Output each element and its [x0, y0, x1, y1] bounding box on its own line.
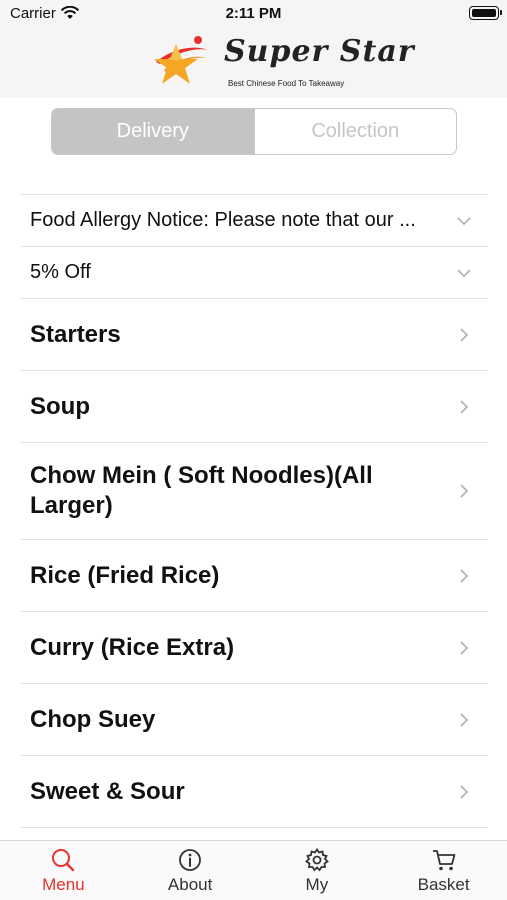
status-bar: Carrier 2:11 PM — [0, 0, 507, 28]
tab-label: My — [305, 875, 329, 894]
cart-icon — [432, 850, 456, 871]
tab-label: Menu — [42, 875, 85, 894]
brand-tagline: Best Chinese Food To Takeaway — [228, 79, 345, 88]
tab-about[interactable]: About — [127, 841, 254, 900]
chevron-right-icon — [460, 640, 469, 655]
category-row-rice[interactable]: Rice (Fried Rice) — [20, 540, 488, 612]
order-mode-toggle: Delivery Collection — [51, 108, 457, 155]
tab-label: Basket — [417, 875, 470, 894]
list-item-label: Rice (Fried Rice) — [30, 561, 220, 589]
chevron-right-icon — [460, 784, 469, 799]
delivery-option[interactable]: Delivery — [52, 109, 254, 154]
collection-option[interactable]: Collection — [253, 109, 457, 154]
star-logo-icon — [154, 36, 208, 84]
tab-label: About — [167, 875, 213, 894]
category-row-chow-mein[interactable]: Chow Mein ( Soft Noodles)(All Larger) — [20, 443, 488, 540]
chevron-down-icon — [457, 268, 471, 277]
category-row-soup[interactable]: Soup — [20, 371, 488, 443]
brand-name: Super Star — [224, 34, 415, 69]
discount-notice-row[interactable]: 5% Off — [20, 247, 488, 299]
info-icon — [179, 849, 202, 871]
search-icon — [52, 849, 75, 872]
list-item-label: Chop Suey — [30, 705, 156, 733]
gear-icon — [304, 847, 329, 872]
chevron-right-icon — [460, 327, 469, 342]
list-item-label: Chow Mein ( Soft Noodles)(All Larger) — [30, 462, 373, 519]
tab-bar: Menu About My Basket — [0, 840, 507, 900]
category-row-starters[interactable]: Starters — [20, 299, 488, 371]
list-item-label: Soup — [30, 392, 90, 420]
category-row-curry[interactable]: Curry (Rice Extra) — [20, 612, 488, 684]
list-item-label: Food Allergy Notice: Please note that ou… — [30, 209, 416, 231]
list-item-label: Sweet & Sour — [30, 777, 185, 805]
chevron-right-icon — [460, 484, 469, 498]
list-item-label: 5% Off — [30, 261, 91, 283]
battery-icon — [469, 6, 502, 20]
menu-list: Food Allergy Notice: Please note that ou… — [20, 194, 488, 828]
chevron-down-icon — [457, 216, 471, 225]
tab-my[interactable]: My — [254, 841, 381, 900]
chevron-right-icon — [460, 399, 469, 414]
list-item-label: Starters — [30, 320, 121, 348]
app-header: Super Star Best Chinese Food To Takeaway — [0, 28, 507, 98]
list-item-label: Curry (Rice Extra) — [30, 633, 235, 661]
chevron-right-icon — [460, 712, 469, 727]
tab-menu[interactable]: Menu — [0, 841, 127, 900]
chevron-right-icon — [460, 568, 469, 583]
clock: 2:11 PM — [225, 5, 282, 22]
allergy-notice-row[interactable]: Food Allergy Notice: Please note that ou… — [20, 195, 488, 247]
category-row-chop-suey[interactable]: Chop Suey — [20, 684, 488, 756]
tab-basket[interactable]: Basket — [380, 841, 507, 900]
category-row-sweet-sour[interactable]: Sweet & Sour — [20, 756, 488, 828]
